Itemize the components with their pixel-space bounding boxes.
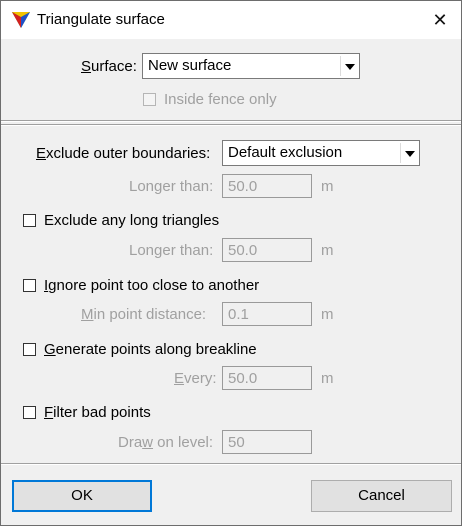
triangle-surface-icon bbox=[12, 12, 30, 28]
filter-bad-checkbox[interactable] bbox=[23, 406, 36, 419]
min-distance-label: Min point distance: bbox=[81, 306, 207, 323]
draw-level-label: Draw on level: bbox=[118, 434, 214, 451]
ignore-close-label: Ignore point too close to another bbox=[44, 277, 260, 294]
exclude-long-label: Exclude any long triangles bbox=[44, 212, 220, 229]
exclude-long-checkbox[interactable] bbox=[23, 214, 36, 227]
surface-select-value: New surface bbox=[148, 57, 232, 74]
generate-breakline-checkbox[interactable] bbox=[23, 343, 36, 356]
every-label: Every: bbox=[174, 370, 217, 387]
long-longer-than-label: Longer than: bbox=[129, 242, 214, 259]
min-distance-unit: m bbox=[321, 306, 334, 323]
ignore-close-checkbox[interactable] bbox=[23, 279, 36, 292]
every-input[interactable]: 50.0 bbox=[222, 366, 312, 390]
surface-label: Surface: bbox=[81, 58, 137, 75]
divider bbox=[1, 463, 461, 465]
draw-level-input[interactable]: 50 bbox=[222, 430, 312, 454]
outer-longer-than-input[interactable]: 50.0 bbox=[222, 174, 312, 198]
close-icon[interactable]: ✕ bbox=[423, 4, 457, 36]
cancel-button[interactable]: Cancel bbox=[311, 480, 452, 512]
exclude-outer-label: Exclude outer boundaries: bbox=[36, 145, 211, 162]
dialog-window: Triangulate surface ✕ Surface: New surfa… bbox=[0, 0, 462, 526]
divider bbox=[1, 120, 461, 122]
outer-longer-than-label: Longer than: bbox=[129, 178, 214, 195]
exclude-outer-select[interactable]: Default exclusion bbox=[222, 140, 420, 166]
chevron-down-icon[interactable] bbox=[340, 56, 357, 76]
long-longer-than-unit: m bbox=[321, 242, 334, 259]
filter-bad-label: Filter bad points bbox=[44, 404, 151, 421]
title-bar: Triangulate surface ✕ bbox=[1, 1, 461, 39]
divider bbox=[1, 124, 461, 126]
exclude-outer-select-value: Default exclusion bbox=[228, 144, 343, 161]
outer-longer-than-unit: m bbox=[321, 178, 334, 195]
chevron-down-icon[interactable] bbox=[400, 143, 417, 163]
inside-fence-checkbox[interactable] bbox=[143, 93, 156, 106]
ok-button[interactable]: OK bbox=[12, 480, 152, 512]
every-unit: m bbox=[321, 370, 334, 387]
surface-select[interactable]: New surface bbox=[142, 53, 360, 79]
long-longer-than-input[interactable]: 50.0 bbox=[222, 238, 312, 262]
generate-breakline-label: Generate points along breakline bbox=[44, 341, 257, 358]
window-title: Triangulate surface bbox=[37, 11, 165, 28]
min-distance-input[interactable]: 0.1 bbox=[222, 302, 312, 326]
inside-fence-label: Inside fence only bbox=[164, 91, 277, 108]
